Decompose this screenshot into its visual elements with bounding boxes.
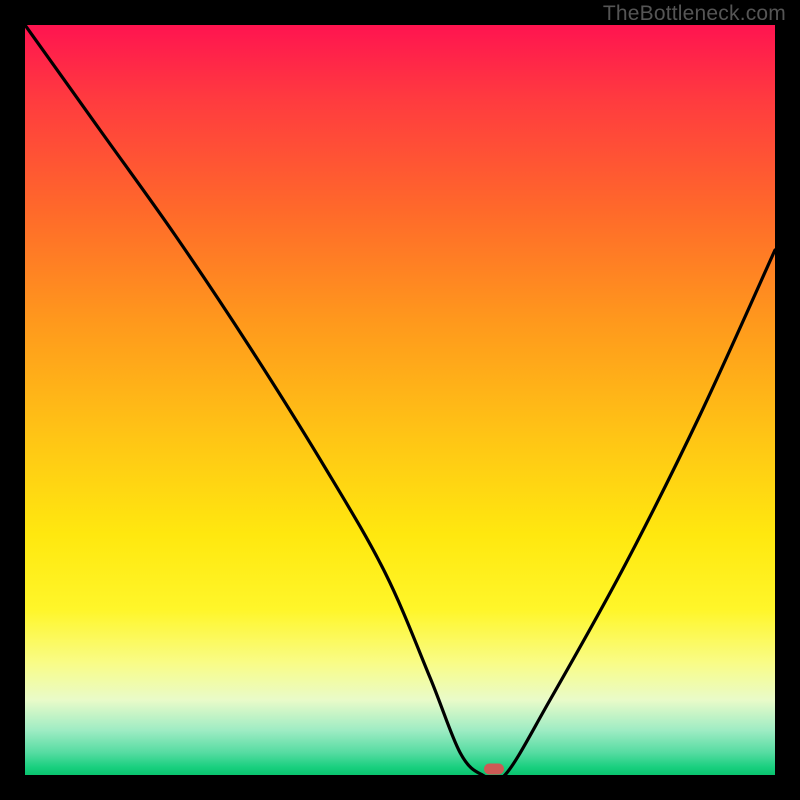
chart-frame: TheBottleneck.com (0, 0, 800, 800)
bottleneck-curve-path (25, 25, 775, 775)
watermark-text: TheBottleneck.com (603, 2, 786, 26)
optimal-point-marker (484, 764, 504, 775)
curve-svg (25, 25, 775, 775)
plot-area (25, 25, 775, 775)
